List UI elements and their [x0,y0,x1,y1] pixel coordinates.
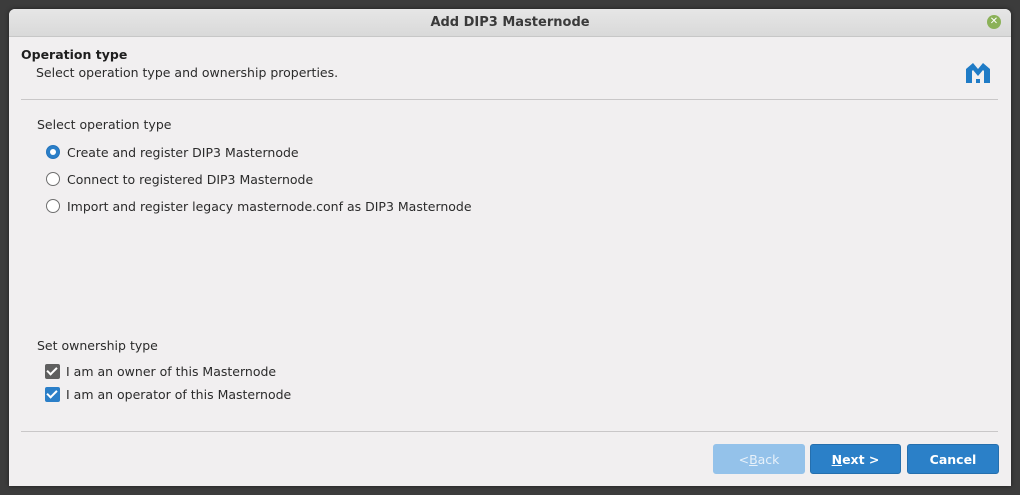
radio-import-legacy[interactable] [46,199,60,213]
option-owner[interactable]: I am an owner of this Masternode [45,362,276,380]
option-operator[interactable]: I am an operator of this Masternode [45,385,291,403]
option-connect-registered[interactable]: Connect to registered DIP3 Masternode [46,170,313,188]
option-label: Connect to registered DIP3 Masternode [67,171,314,187]
radio-connect-registered[interactable] [46,172,60,186]
footer-divider [21,431,998,432]
next-mnemonic: N [831,451,843,467]
title-bar[interactable]: Add DIP3 Masternode ✕ [9,9,1011,37]
page-title: Operation type [21,47,128,62]
back-rest: ack [757,451,780,467]
option-label: Create and register DIP3 Masternode [67,144,299,160]
ownership-type-label: Set ownership type [37,338,158,353]
checkbox-operator[interactable] [45,386,60,402]
add-masternode-dialog: Add DIP3 Masternode ✕ Operation type Sel… [9,9,1011,486]
option-label: I am an operator of this Masternode [66,386,292,402]
next-rest: ext > [842,451,880,467]
option-import-legacy[interactable]: Import and register legacy masternode.co… [46,197,472,215]
page-subtitle: Select operation type and ownership prop… [36,65,339,80]
back-prefix: < [738,451,750,467]
window-title: Add DIP3 Masternode [430,15,590,30]
back-button[interactable]: < Back [713,444,805,474]
cancel-button[interactable]: Cancel [907,444,999,474]
checkbox-owner[interactable] [45,363,60,379]
radio-create-register[interactable] [46,145,60,159]
operation-type-label: Select operation type [37,117,172,132]
header-divider [21,99,998,100]
back-mnemonic: B [749,451,758,467]
option-label: I am an owner of this Masternode [66,363,277,379]
next-button[interactable]: Next > [810,444,901,474]
dash-logo-icon [966,63,990,83]
option-label: Import and register legacy masternode.co… [67,198,472,214]
close-icon[interactable]: ✕ [987,15,1001,29]
option-create-register[interactable]: Create and register DIP3 Masternode [46,143,299,161]
